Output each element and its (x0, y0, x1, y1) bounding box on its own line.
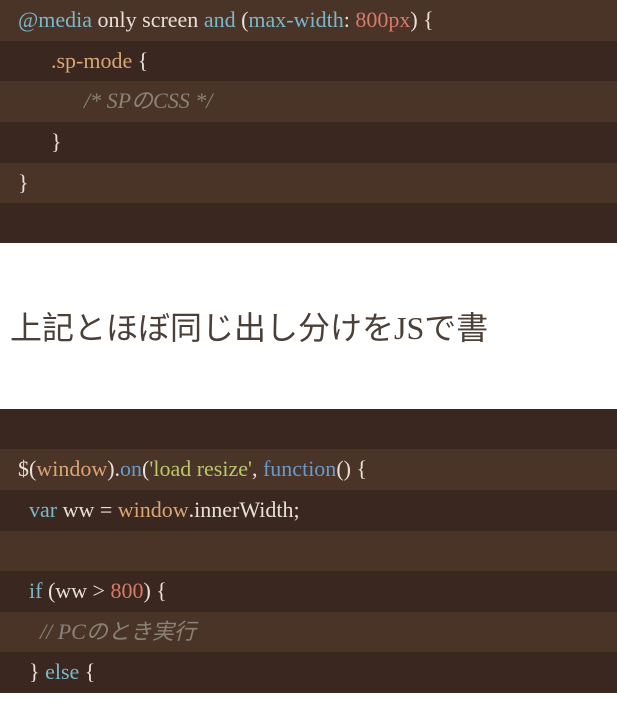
code-token: { (132, 41, 148, 82)
code-line (0, 203, 617, 243)
code-token: only screen (92, 0, 204, 41)
code-line: } (0, 122, 617, 163)
code-token: { (79, 652, 95, 693)
code-token: ( (142, 449, 149, 490)
code-token (18, 41, 51, 82)
code-token: @media (18, 0, 92, 41)
code-line: @media only screen and (max-width: 800px… (0, 0, 617, 41)
code-line (0, 409, 617, 449)
code-token: 800px (355, 0, 410, 41)
code-token: window (36, 449, 107, 490)
code-token: if (29, 571, 42, 612)
code-token: (ww > (42, 571, 110, 612)
code-token: var (29, 490, 57, 531)
code-line: } (0, 163, 617, 204)
code-token: on (120, 449, 142, 490)
code-line: if (ww > 800) { (0, 571, 617, 612)
code-token: , (252, 449, 263, 490)
code-token: function (263, 449, 336, 490)
code-token: } (18, 163, 29, 204)
code-token: () { (336, 449, 367, 490)
code-token: : (344, 0, 356, 41)
code-token: ). (107, 449, 120, 490)
section-heading: 上記とほぼ同じ出し分けをJSで書 (10, 303, 617, 349)
code-token: ) { (143, 571, 166, 612)
code-token: window (118, 490, 189, 531)
code-token: and (204, 0, 236, 41)
code-token: else (45, 652, 79, 693)
code-token (18, 81, 84, 122)
code-token (18, 571, 29, 612)
code-line: .sp-mode { (0, 41, 617, 82)
code-token: $( (18, 449, 36, 490)
code-token: ww = (57, 490, 118, 531)
code-line: } else { (0, 652, 617, 693)
code-token: 'load resize' (149, 449, 252, 490)
code-token: ) { (410, 0, 439, 41)
code-token: .sp-mode (51, 41, 132, 82)
code-token: ( (236, 0, 249, 41)
code-token: } (18, 652, 45, 693)
js-code-block: $(window).on('load resize', function() {… (0, 409, 617, 692)
code-token: 800 (110, 571, 143, 612)
code-token: } (18, 122, 62, 163)
code-line: // PCのとき実行 (0, 612, 617, 653)
code-token (18, 612, 40, 653)
code-token (18, 490, 29, 531)
css-code-block: @media only screen and (max-width: 800px… (0, 0, 617, 243)
code-line: /* SPのCSS */ (0, 81, 617, 122)
code-token: max-width (248, 0, 343, 41)
article-text-section: 上記とほぼ同じ出し分けをJSで書 (0, 243, 617, 409)
code-line (0, 531, 617, 571)
code-token: .innerWidth; (189, 490, 300, 531)
code-token: /* SPのCSS */ (84, 81, 212, 122)
code-line: var ww = window.innerWidth; (0, 490, 617, 531)
code-token: // PCのとき実行 (40, 612, 196, 653)
code-line: $(window).on('load resize', function() { (0, 449, 617, 490)
